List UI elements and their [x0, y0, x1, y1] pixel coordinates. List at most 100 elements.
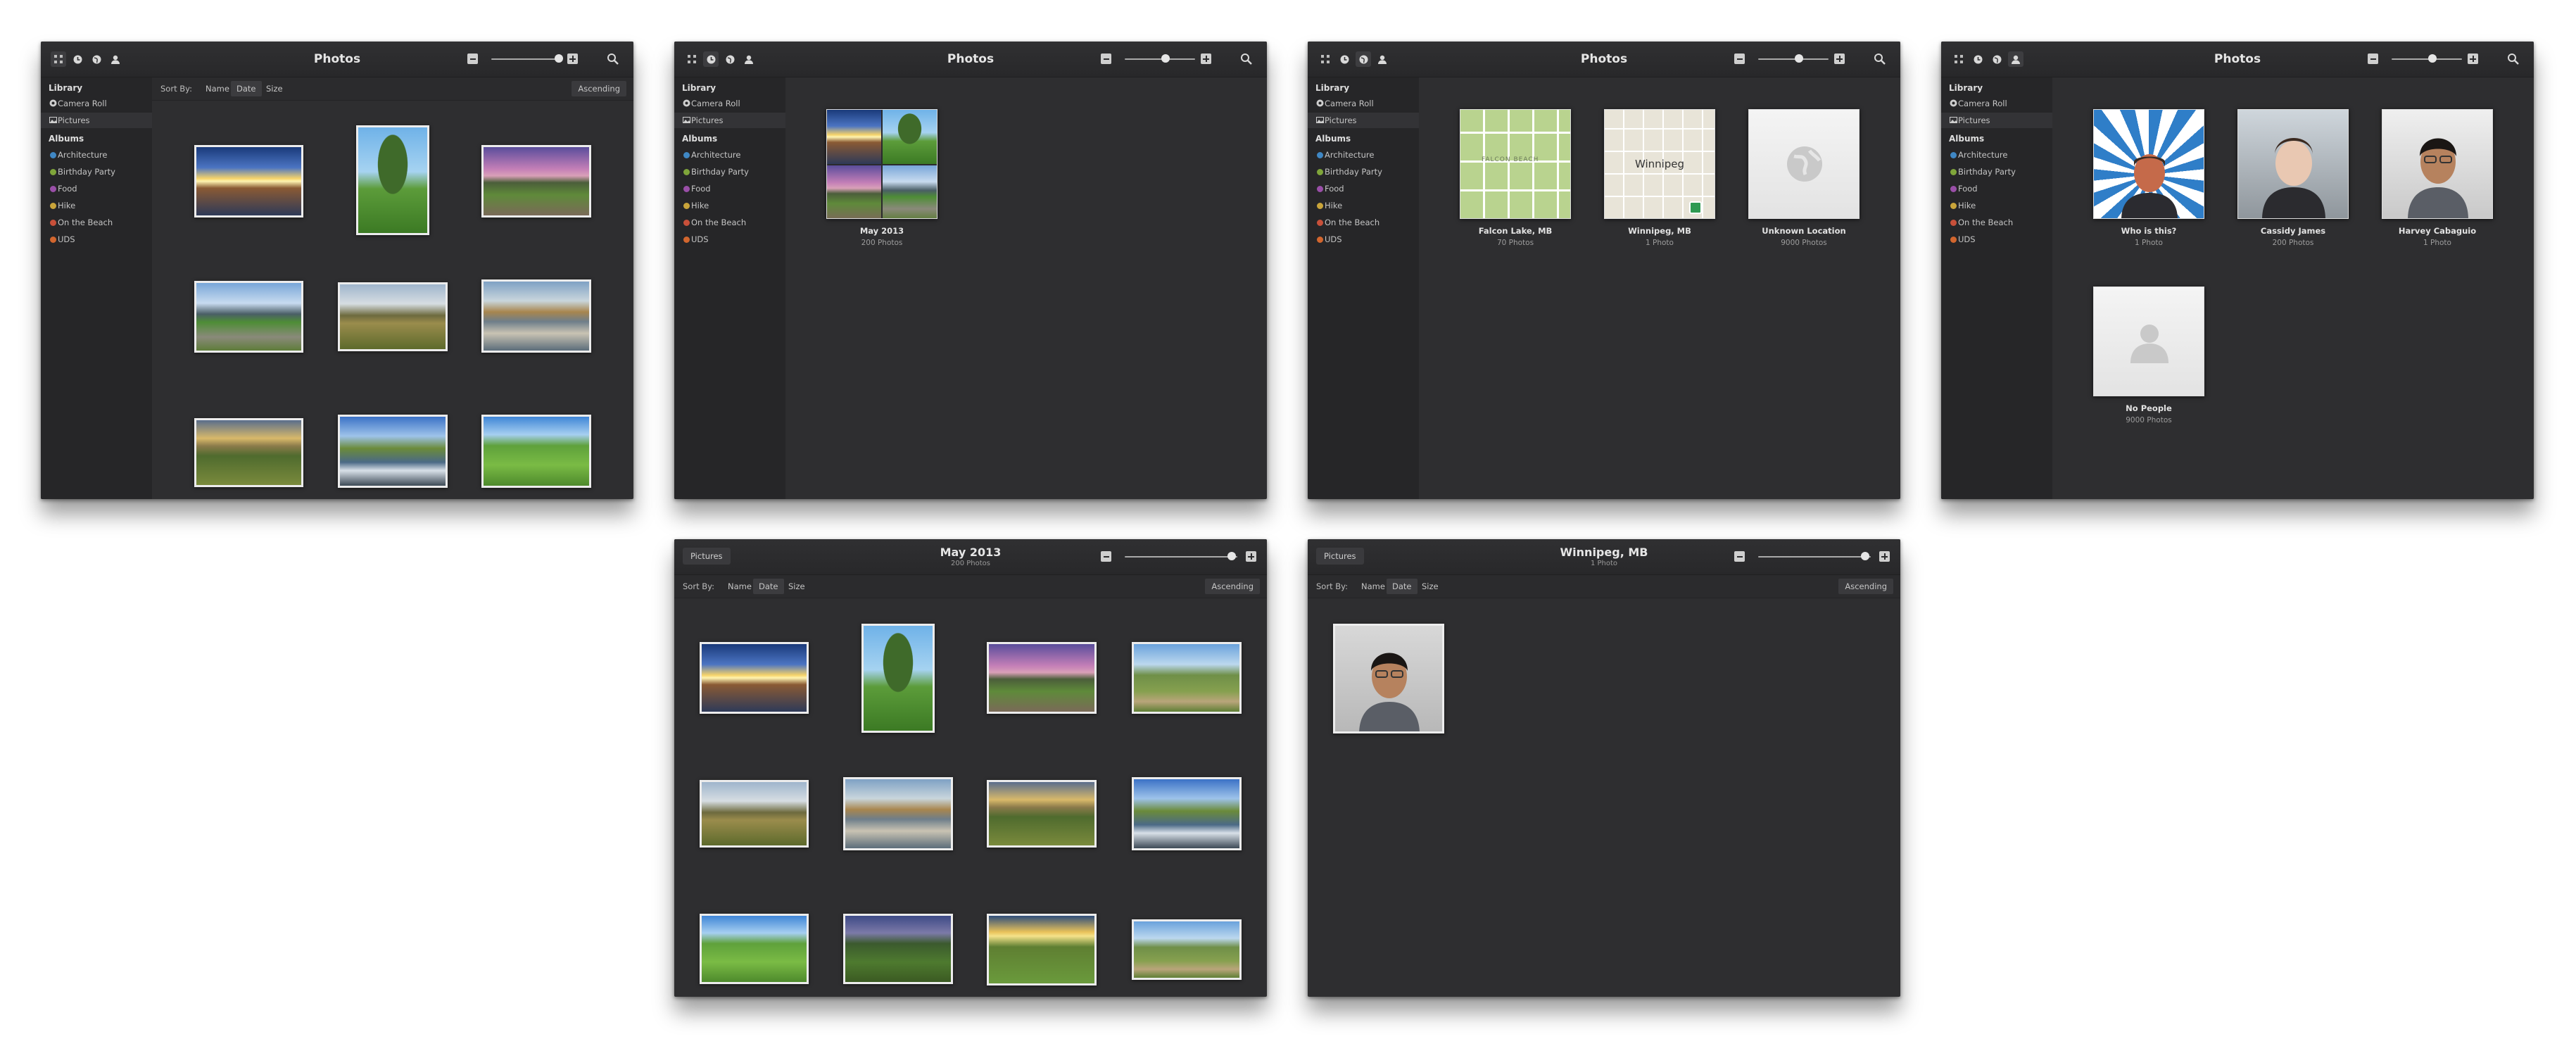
- photo-thumbnail[interactable]: [1132, 642, 1242, 714]
- sidebar-item-pictures[interactable]: Pictures: [674, 113, 785, 128]
- sidebar-item-pictures[interactable]: Pictures: [1308, 113, 1419, 128]
- zoom-slider-handle[interactable]: [555, 54, 563, 63]
- sidebar-item-architecture[interactable]: Architecture: [41, 147, 152, 163]
- photo-thumbnail[interactable]: [194, 281, 303, 353]
- sidebar-item-camera-roll[interactable]: Camera Roll: [1308, 96, 1419, 111]
- photo-thumbnail[interactable]: [700, 914, 809, 984]
- search-icon[interactable]: [2507, 53, 2520, 65]
- photo-thumbnail[interactable]: [481, 415, 591, 488]
- photo-thumbnail[interactable]: [481, 145, 591, 218]
- sidebar-item-architecture[interactable]: Architecture: [674, 147, 785, 163]
- sidebar-item-pictures[interactable]: Pictures: [1941, 113, 2052, 128]
- sidebar-item-architecture[interactable]: Architecture: [1941, 147, 2052, 163]
- sidebar-item-camera-roll[interactable]: Camera Roll: [674, 96, 785, 111]
- photo-thumbnail[interactable]: [987, 914, 1097, 986]
- photo-thumbnail[interactable]: [481, 279, 591, 353]
- zoom-in-button[interactable]: [1879, 551, 1890, 562]
- photo-thumbnail[interactable]: [1333, 624, 1444, 733]
- zoom-in-button[interactable]: [2468, 53, 2478, 64]
- zoom-slider[interactable]: [1125, 556, 1237, 558]
- sidebar-item-uds[interactable]: UDS: [674, 232, 785, 247]
- search-icon[interactable]: [1240, 53, 1253, 65]
- search-icon[interactable]: [1874, 53, 1886, 65]
- zoom-slider-handle[interactable]: [1861, 552, 1869, 560]
- zoom-out-button[interactable]: [1734, 551, 1745, 562]
- sort-by-date[interactable]: Date: [1387, 579, 1418, 594]
- sort-by-name[interactable]: Name: [1356, 579, 1391, 594]
- photo-thumbnail[interactable]: [338, 282, 448, 351]
- zoom-slider[interactable]: [1758, 556, 1871, 558]
- zoom-out-button[interactable]: [1101, 53, 1111, 64]
- sidebar-item-birthday-party[interactable]: Birthday Party: [1941, 164, 2052, 180]
- zoom-out-button[interactable]: [1101, 551, 1111, 562]
- place-tile-unknown-location[interactable]: [1748, 109, 1860, 219]
- sidebar-item-on-the-beach[interactable]: On the Beach: [1308, 215, 1419, 230]
- photo-thumbnail[interactable]: [987, 780, 1097, 848]
- photo-thumbnail[interactable]: [338, 415, 448, 488]
- zoom-in-button[interactable]: [1201, 53, 1211, 64]
- person-tile-no-people[interactable]: [2093, 286, 2204, 396]
- sidebar-item-food[interactable]: Food: [41, 181, 152, 196]
- photo-thumbnail[interactable]: [843, 777, 953, 850]
- place-tile-winnipeg[interactable]: Winnipeg: [1604, 109, 1715, 219]
- sidebar-item-food[interactable]: Food: [674, 181, 785, 196]
- sidebar-item-hike[interactable]: Hike: [1941, 198, 2052, 213]
- search-icon[interactable]: [607, 53, 619, 65]
- photo-thumbnail[interactable]: [1132, 777, 1242, 850]
- sidebar-item-uds[interactable]: UDS: [1308, 232, 1419, 247]
- sidebar-item-hike[interactable]: Hike: [674, 198, 785, 213]
- zoom-slider-handle[interactable]: [1227, 552, 1236, 560]
- event-tile-may-2013[interactable]: [826, 109, 937, 219]
- sort-by-size[interactable]: Size: [1416, 579, 1444, 594]
- sidebar-item-birthday-party[interactable]: Birthday Party: [1308, 164, 1419, 180]
- sidebar-item-food[interactable]: Food: [1308, 181, 1419, 196]
- person-tile-who-is-this[interactable]: [2093, 109, 2204, 219]
- sort-by-date[interactable]: Date: [753, 579, 784, 594]
- sidebar-item-uds[interactable]: UDS: [1941, 232, 2052, 247]
- zoom-slider[interactable]: [1758, 58, 1829, 60]
- sidebar-item-architecture[interactable]: Architecture: [1308, 147, 1419, 163]
- sidebar-item-birthday-party[interactable]: Birthday Party: [41, 164, 152, 180]
- sort-by-size[interactable]: Size: [783, 579, 811, 594]
- photo-thumbnail[interactable]: [843, 914, 953, 984]
- sidebar-item-pictures[interactable]: Pictures: [41, 113, 152, 128]
- zoom-in-button[interactable]: [1834, 53, 1845, 64]
- person-tile-cassidy-james[interactable]: [2237, 109, 2349, 219]
- sort-order-button[interactable]: Ascending: [572, 81, 626, 96]
- zoom-slider-handle[interactable]: [1161, 54, 1170, 63]
- zoom-slider-handle[interactable]: [2428, 54, 2437, 63]
- zoom-out-button[interactable]: [2368, 53, 2378, 64]
- photo-thumbnail[interactable]: [194, 418, 303, 487]
- sort-by-date[interactable]: Date: [231, 81, 262, 96]
- zoom-in-button[interactable]: [1246, 551, 1256, 562]
- photo-thumbnail[interactable]: [356, 125, 429, 235]
- sidebar-item-on-the-beach[interactable]: On the Beach: [1941, 215, 2052, 230]
- sort-by-name[interactable]: Name: [200, 81, 235, 96]
- place-tile-falcon-lake[interactable]: FALCON BEACH: [1460, 109, 1571, 219]
- sidebar-item-food[interactable]: Food: [1941, 181, 2052, 196]
- person-tile-harvey-cabaguio[interactable]: [2382, 109, 2493, 219]
- sidebar-item-on-the-beach[interactable]: On the Beach: [41, 215, 152, 230]
- sort-order-button[interactable]: Ascending: [1838, 579, 1893, 594]
- sidebar-item-camera-roll[interactable]: Camera Roll: [1941, 96, 2052, 111]
- photo-thumbnail[interactable]: [700, 642, 809, 714]
- sidebar-item-camera-roll[interactable]: Camera Roll: [41, 96, 152, 111]
- sidebar-item-uds[interactable]: UDS: [41, 232, 152, 247]
- sidebar-item-birthday-party[interactable]: Birthday Party: [674, 164, 785, 180]
- photo-thumbnail[interactable]: [194, 145, 303, 218]
- zoom-slider[interactable]: [2392, 58, 2462, 60]
- zoom-out-button[interactable]: [467, 53, 478, 64]
- zoom-out-button[interactable]: [1734, 53, 1745, 64]
- photo-thumbnail[interactable]: [987, 642, 1097, 714]
- photo-thumbnail[interactable]: [1132, 919, 1242, 980]
- photo-thumbnail[interactable]: [700, 780, 809, 848]
- sort-by-size[interactable]: Size: [260, 81, 289, 96]
- sidebar-item-hike[interactable]: Hike: [1308, 198, 1419, 213]
- sidebar-item-on-the-beach[interactable]: On the Beach: [674, 215, 785, 230]
- sort-by-name[interactable]: Name: [722, 579, 757, 594]
- photo-thumbnail[interactable]: [861, 624, 935, 733]
- sidebar-item-hike[interactable]: Hike: [41, 198, 152, 213]
- zoom-slider-handle[interactable]: [1795, 54, 1803, 63]
- zoom-slider[interactable]: [1125, 58, 1195, 60]
- sort-order-button[interactable]: Ascending: [1205, 579, 1260, 594]
